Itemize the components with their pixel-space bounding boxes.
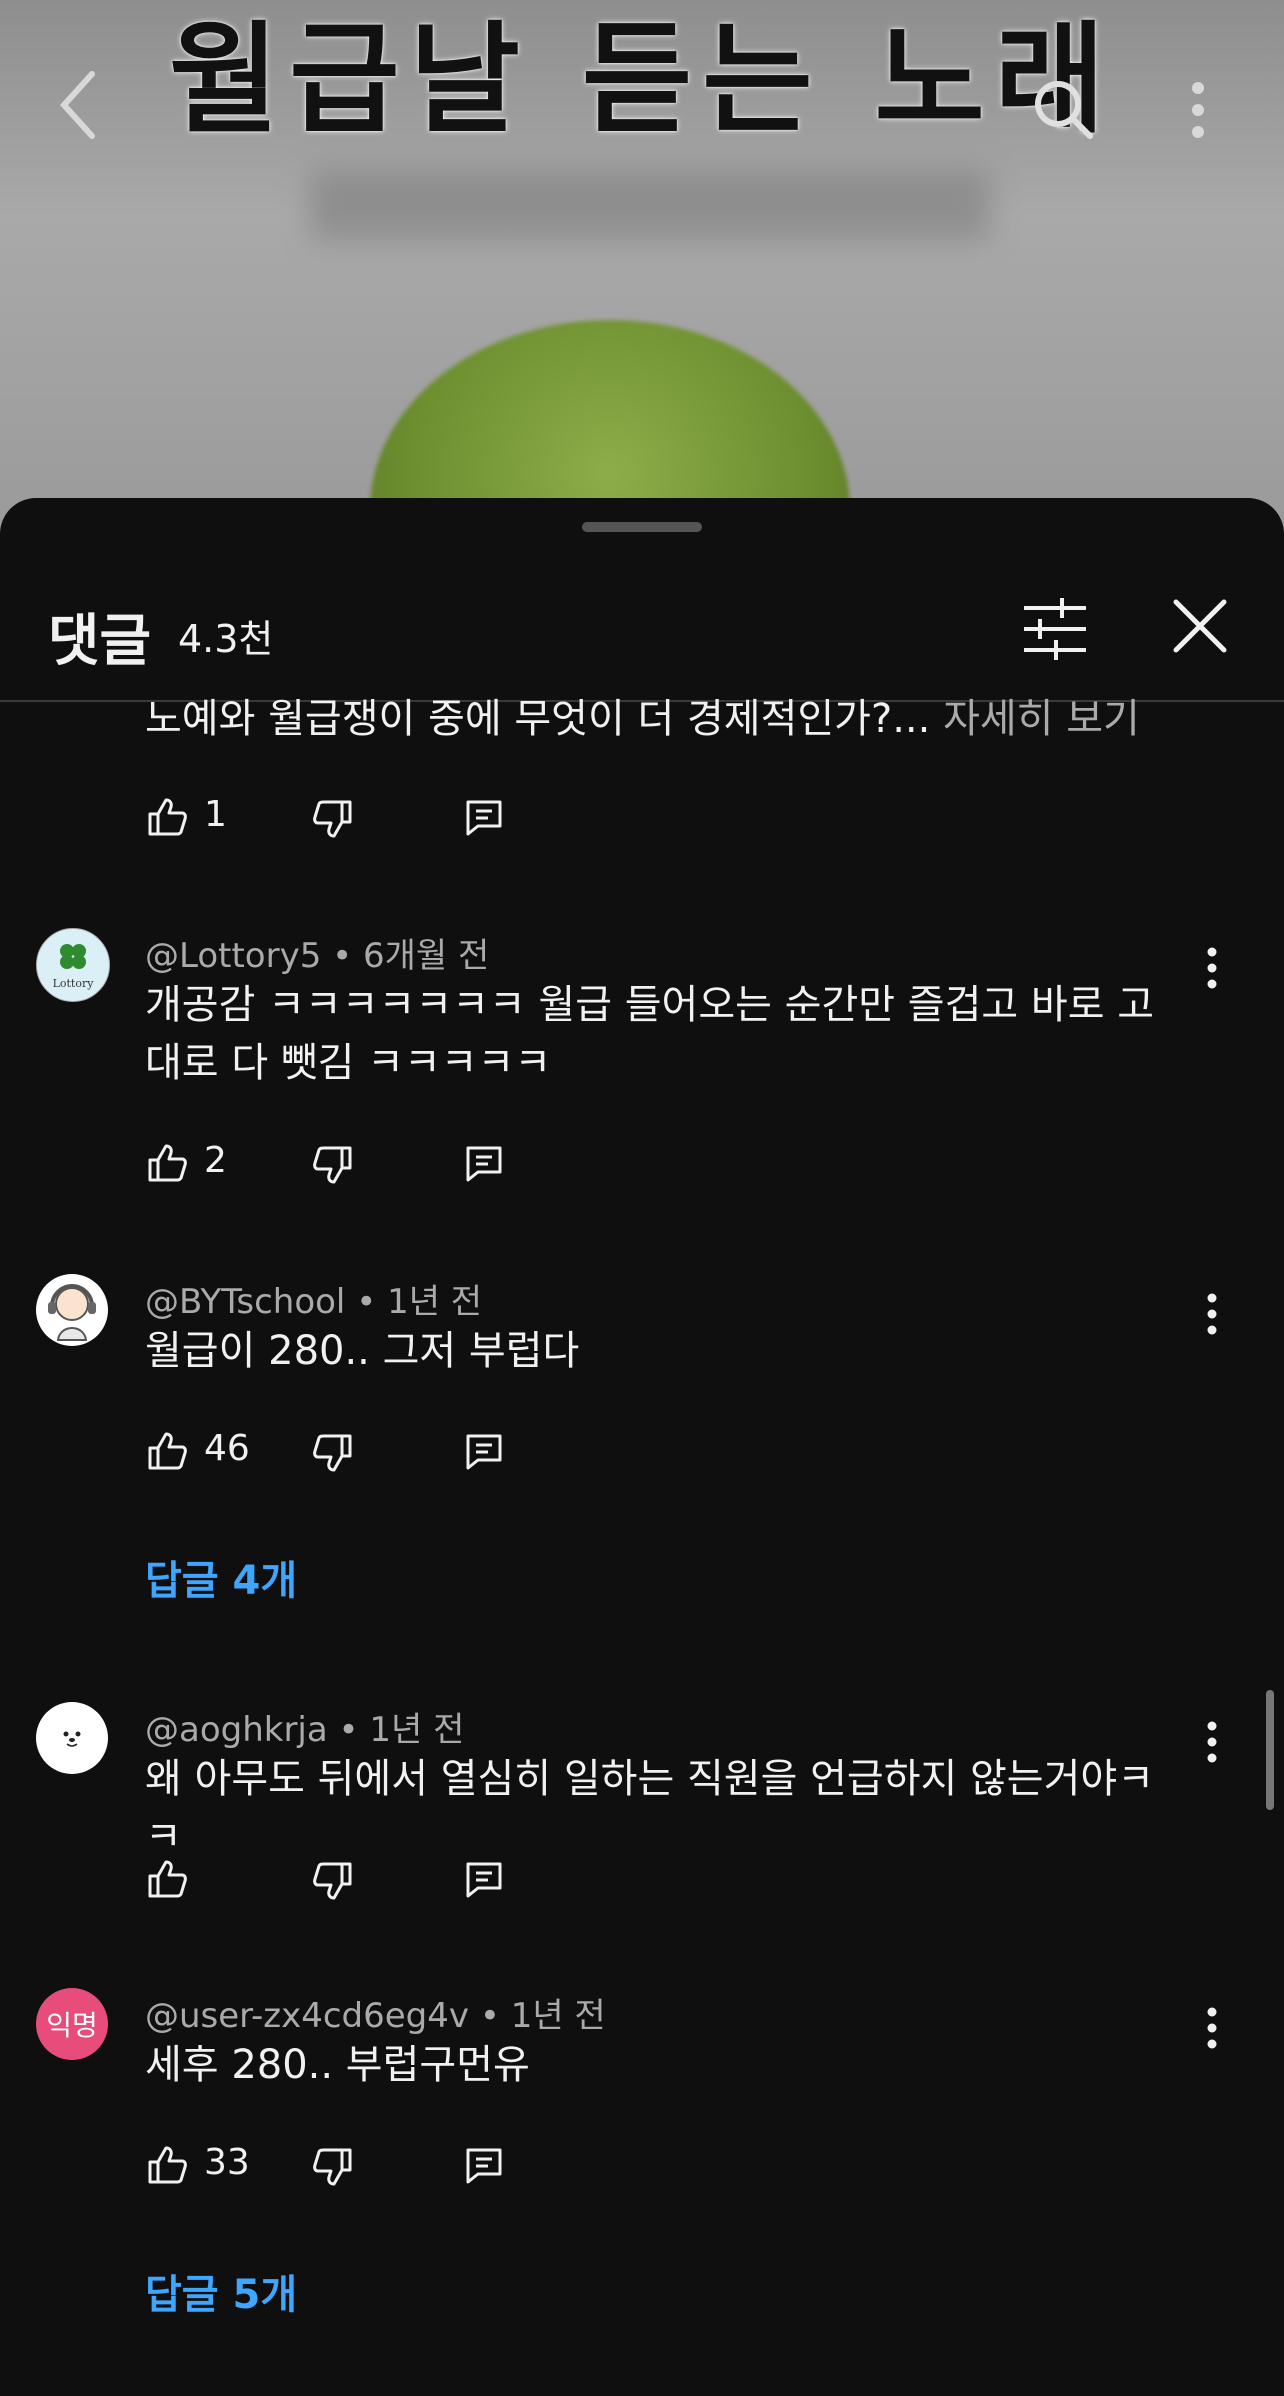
thumbs-up-icon[interactable] (146, 1142, 188, 1184)
close-icon[interactable] (1170, 596, 1230, 656)
comment-meta: @BYTschool • 1년 전 (145, 1282, 483, 1322)
like-count: 1 (204, 794, 227, 835)
back-arrow-icon[interactable] (58, 70, 98, 140)
like-count: 2 (204, 1140, 227, 1181)
scrollbar[interactable] (1266, 1690, 1274, 1810)
comment-more-button[interactable] (1196, 1998, 1228, 2058)
reply-comment-icon[interactable] (464, 1432, 504, 1472)
comment-text: 세후 280.. 부럽구먼유 (145, 2042, 530, 2088)
reply-comment-icon[interactable] (464, 1860, 504, 1900)
svg-text:Lottory: Lottory (53, 977, 95, 990)
comment-actions: 33 (140, 2138, 540, 2198)
comment-time: 6개월 전 (363, 936, 490, 976)
comment-actions: 1 (140, 790, 540, 850)
view-replies-link[interactable]: 답글 4개 (145, 1548, 297, 1606)
comment-text: 개공감 ㅋㅋㅋㅋㅋㅋㅋ 월급 들어오는 순간만 즐겁고 바로 고대로 다 뺏김 … (145, 982, 1155, 1086)
video-blurred-caption (310, 170, 990, 240)
comment-author[interactable]: @user-zx4cd6eg4v (145, 1996, 469, 2036)
comment-text-content: 노예와 월급쟁이 중에 무엇이 더 경제적인가?... (145, 696, 931, 742)
thumbs-up-icon[interactable] (146, 2144, 188, 2186)
comment-meta: @user-zx4cd6eg4v • 1년 전 (145, 1996, 606, 2036)
avatar-label: 익명 (46, 2009, 98, 2042)
comment-author[interactable]: @Lottory5 (145, 936, 321, 976)
comment-author[interactable]: @aoghkrja (145, 1710, 328, 1750)
comment-actions (140, 1852, 540, 1912)
more-vertical-icon[interactable] (1190, 80, 1206, 140)
avatar[interactable]: 익명 (36, 1988, 108, 2060)
see-more-link[interactable]: 자세히 보기 (943, 696, 1140, 742)
thumbs-down-icon[interactable] (312, 2146, 354, 2188)
thumbs-up-icon[interactable] (146, 1858, 188, 1900)
like-count: 46 (204, 1428, 250, 1469)
reply-comment-icon[interactable] (464, 2146, 504, 2186)
avatar[interactable] (36, 1702, 108, 1774)
comment-more-button[interactable] (1196, 1284, 1228, 1344)
comment-actions: 46 (140, 1424, 540, 1484)
drag-handle[interactable] (582, 522, 702, 532)
thumbs-down-icon[interactable] (312, 1432, 354, 1474)
comments-title: 댓글 (48, 609, 152, 674)
comment-time: 1년 전 (510, 1996, 606, 2036)
video-player[interactable]: 월급날 듣는 노래 (0, 0, 1284, 540)
comment-author[interactable]: @BYTschool (145, 1282, 345, 1322)
thumbs-up-icon[interactable] (146, 1430, 188, 1472)
comment-text: 월급이 280.. 그저 부럽다 (145, 1328, 580, 1374)
more-vertical-icon (1207, 1721, 1217, 1763)
reply-comment-icon[interactable] (464, 798, 504, 838)
comment-actions: 2 (140, 1136, 540, 1196)
more-vertical-icon (1207, 1293, 1217, 1335)
comment-text: 노예와 월급쟁이 중에 무엇이 더 경제적인가?... 자세히 보기 (145, 690, 1185, 748)
avatar[interactable]: Lottory (36, 928, 110, 1002)
more-vertical-icon (1207, 947, 1217, 989)
comment-more-button[interactable] (1196, 938, 1228, 998)
more-vertical-icon (1207, 2007, 1217, 2049)
comment-text: 왜 아무도 뒤에서 열심히 일하는 직원을 언급하지 않는거야ㅋㅋ (145, 1756, 1155, 1860)
thumbs-down-icon[interactable] (312, 1860, 354, 1902)
like-count: 33 (204, 2142, 250, 2183)
comment-more-button[interactable] (1196, 1712, 1228, 1772)
filter-sliders-icon[interactable] (1022, 596, 1088, 662)
avatar[interactable] (36, 1274, 108, 1346)
thumbs-down-icon[interactable] (312, 1144, 354, 1186)
comment-time: 1년 전 (387, 1282, 483, 1322)
comment-meta: @Lottory5 • 6개월 전 (145, 936, 490, 976)
view-replies-link[interactable]: 답글 5개 (145, 2262, 297, 2320)
white-dog-face-icon (63, 1731, 81, 1747)
thumbs-up-icon[interactable] (146, 796, 188, 838)
comments-count: 4.3천 (178, 617, 274, 661)
cartoon-character-icon (48, 1284, 96, 1341)
clover-logo-icon: Lottory (53, 944, 95, 990)
search-icon[interactable] (1030, 76, 1096, 142)
comment-time: 1년 전 (369, 1710, 465, 1750)
comment-meta: @aoghkrja • 1년 전 (145, 1710, 465, 1750)
reply-comment-icon[interactable] (464, 1144, 504, 1184)
thumbs-down-icon[interactable] (312, 798, 354, 840)
comments-header: 댓글 4.3천 (0, 578, 1284, 698)
